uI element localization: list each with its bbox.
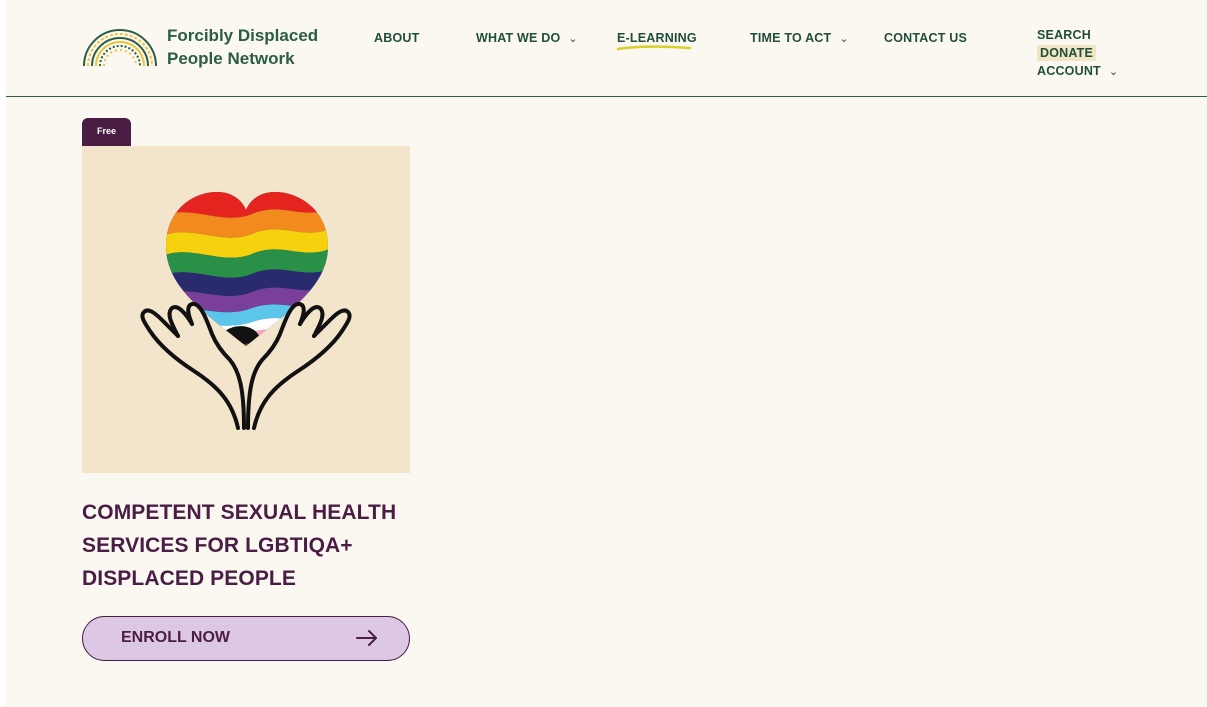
account-menu[interactable]: ACCOUNT ⌄	[1037, 64, 1118, 78]
price-badge: Free	[82, 118, 131, 147]
chevron-down-icon: ⌄	[1108, 66, 1119, 78]
nav-time-to-act-label: TIME TO ACT	[750, 31, 832, 45]
nav-about[interactable]: ABOUT	[374, 31, 419, 45]
course-title[interactable]: COMPETENT SEXUAL HEALTH SERVICES FOR LGB…	[82, 496, 422, 595]
arrow-right-icon	[356, 630, 377, 646]
nav-e-learning-label: E-LEARNING	[617, 31, 697, 45]
brand-name[interactable]: Forcibly Displaced People Network	[167, 24, 318, 70]
nav-time-to-act[interactable]: TIME TO ACT ⌄	[750, 31, 849, 45]
nav-e-learning[interactable]: E-LEARNING	[617, 31, 697, 45]
enroll-now-label: ENROLL NOW	[121, 629, 231, 646]
brand-line-2: People Network	[167, 49, 295, 68]
nav-what-we-do-label: WHAT WE DO	[476, 31, 561, 45]
active-underline-icon	[616, 45, 692, 51]
nav-what-we-do[interactable]: WHAT WE DO ⌄	[476, 31, 578, 45]
heart-hands-illustration-icon	[140, 192, 352, 430]
enroll-now-button[interactable]: ENROLL NOW	[82, 616, 410, 661]
chevron-down-icon: ⌄	[839, 33, 849, 45]
page: Forcibly Displaced People Network ABOUT …	[6, 0, 1207, 707]
chevron-down-icon: ⌄	[568, 33, 578, 45]
site-header: Forcibly Displaced People Network ABOUT …	[6, 0, 1207, 97]
rainbow-logo-icon[interactable]	[80, 22, 160, 70]
nav-contact-us[interactable]: CONTACT US	[884, 31, 967, 45]
nav-contact-us-label: CONTACT US	[884, 31, 968, 45]
donate-label: DONATE	[1037, 45, 1097, 61]
search-label: SEARCH	[1037, 28, 1091, 42]
course-thumbnail[interactable]	[82, 146, 410, 473]
search-link[interactable]: SEARCH	[1037, 28, 1091, 42]
account-label: ACCOUNT	[1037, 64, 1101, 78]
nav-about-label: ABOUT	[374, 31, 420, 45]
donate-link[interactable]: DONATE	[1037, 45, 1097, 61]
brand-line-1: Forcibly Displaced	[167, 26, 319, 45]
